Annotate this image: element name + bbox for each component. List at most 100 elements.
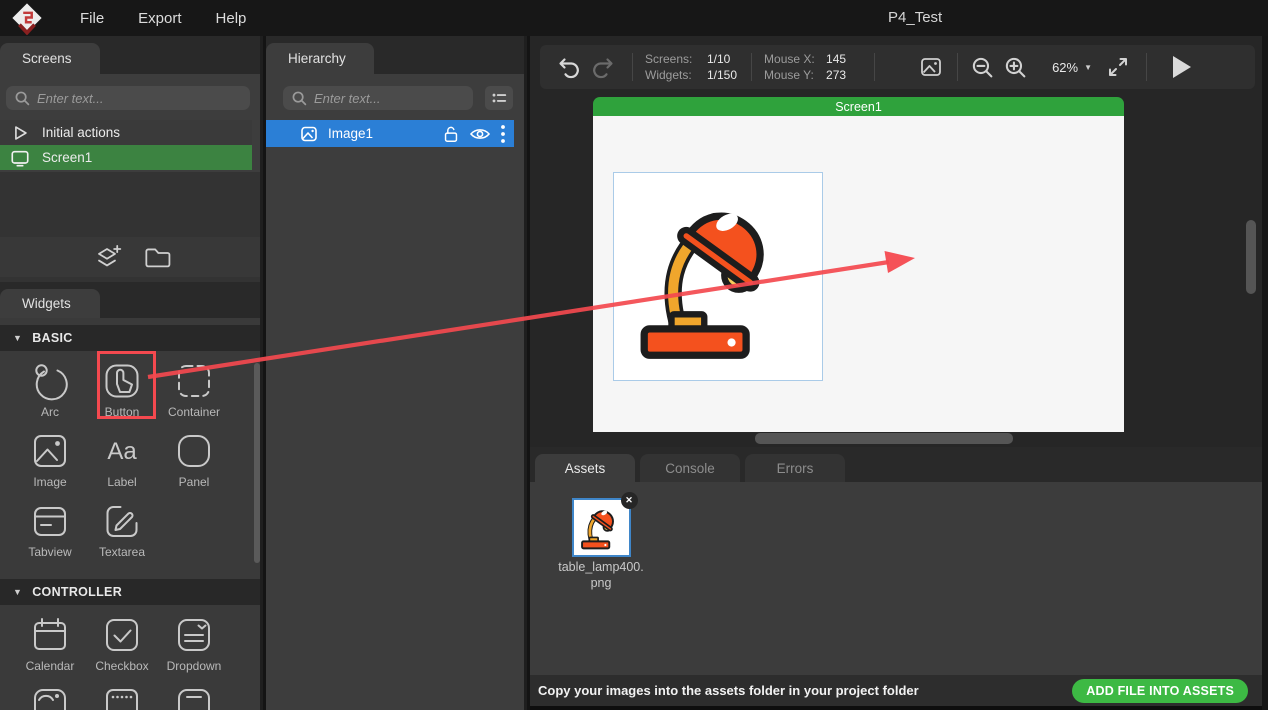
assets-list: ✕ table_lamp400.png bbox=[530, 482, 1262, 675]
checkbox-icon bbox=[100, 613, 144, 657]
basic-widgets-grid: Arc Button Container bbox=[14, 359, 240, 559]
hierarchy-tabstrip: Hierarchy bbox=[266, 36, 524, 74]
widget-label: Label bbox=[107, 475, 136, 489]
widget-label: Checkbox bbox=[95, 659, 148, 673]
widget-label: Panel bbox=[179, 475, 210, 489]
widget-image[interactable]: Image bbox=[28, 429, 72, 489]
screens-list: Initial actions Screen1 bbox=[0, 74, 263, 172]
eye-icon[interactable] bbox=[469, 126, 491, 142]
editor-area: Screens:1/10 Widgets:1/150 Mouse X:145 M… bbox=[530, 36, 1262, 710]
zoom-in-button[interactable] bbox=[1003, 55, 1028, 80]
add-screen-icon[interactable] bbox=[91, 241, 123, 273]
asset-item[interactable]: ✕ table_lamp400.png bbox=[558, 498, 644, 591]
widget-calendar[interactable]: Calendar bbox=[26, 613, 75, 673]
widget-tabview[interactable]: Tabview bbox=[28, 499, 72, 559]
app-logo-icon bbox=[10, 1, 44, 35]
asset-thumbnail[interactable]: ✕ bbox=[572, 498, 631, 557]
zoom-out-button[interactable] bbox=[970, 55, 995, 80]
zoom-caret-icon[interactable]: ▼ bbox=[1084, 63, 1092, 72]
widget-partial-3[interactable] bbox=[172, 683, 216, 710]
tab-hierarchy[interactable]: Hierarchy bbox=[266, 43, 374, 74]
tab-errors[interactable]: Errors bbox=[745, 454, 845, 482]
mouse-x-label: Mouse X: bbox=[764, 52, 826, 66]
toggle-background-image-button[interactable] bbox=[919, 55, 943, 79]
menu-help[interactable]: Help bbox=[216, 10, 247, 27]
widget-container[interactable]: Container bbox=[168, 359, 220, 419]
add-file-into-assets-button[interactable]: ADD FILE INTO ASSETS bbox=[1072, 679, 1248, 703]
tab-console[interactable]: Console bbox=[640, 454, 740, 482]
tab-widgets[interactable]: Widgets bbox=[0, 289, 100, 318]
window-edge bbox=[1262, 36, 1268, 710]
widget-label: Button bbox=[105, 405, 140, 419]
toolbar-separator bbox=[1146, 53, 1147, 81]
widget-panel[interactable]: Panel bbox=[172, 429, 216, 489]
widget-label: Image bbox=[33, 475, 66, 489]
asset-filename: table_lamp400.png bbox=[558, 560, 644, 591]
tab-screens[interactable]: Screens bbox=[0, 43, 100, 74]
widget-arc[interactable]: Arc bbox=[28, 359, 72, 419]
zoom-level-value[interactable]: 62% bbox=[1052, 60, 1078, 75]
screens-search-input[interactable] bbox=[37, 91, 250, 106]
widget-section-label: CONTROLLER bbox=[32, 585, 122, 599]
canvas-vertical-scrollbar[interactable] bbox=[1246, 220, 1256, 294]
widget-partial-2[interactable] bbox=[100, 683, 144, 710]
kebab-menu-icon[interactable] bbox=[500, 124, 506, 144]
screens-tabstrip: Screens bbox=[0, 36, 260, 74]
arc-icon bbox=[28, 359, 72, 403]
screens-count-value: 1/10 bbox=[707, 52, 730, 66]
widget-label: Textarea bbox=[99, 545, 145, 559]
image-icon bbox=[300, 125, 318, 143]
monitor-icon bbox=[10, 148, 30, 168]
screens-item-screen1[interactable]: Screen1 bbox=[0, 145, 252, 170]
keyboard-icon bbox=[100, 683, 144, 710]
play-button[interactable] bbox=[1171, 54, 1193, 80]
widget-checkbox[interactable]: Checkbox bbox=[95, 613, 148, 673]
image1-widget-selected[interactable] bbox=[613, 172, 823, 381]
widget-partial-1[interactable] bbox=[28, 683, 72, 710]
hierarchy-panel: Hierarchy Image1 bbox=[266, 36, 527, 710]
widgets-tabstrip: Widgets bbox=[0, 282, 260, 318]
unlock-icon[interactable] bbox=[441, 124, 461, 144]
screen-header[interactable]: Screen1 bbox=[593, 97, 1124, 116]
screens-item-label: Screen1 bbox=[42, 150, 92, 165]
hierarchy-list-options-button[interactable] bbox=[485, 86, 513, 110]
canvas-workspace: Screens:1/10 Widgets:1/150 Mouse X:145 M… bbox=[530, 36, 1262, 447]
hierarchy-search-input[interactable] bbox=[314, 91, 473, 106]
undo-button[interactable] bbox=[556, 54, 582, 80]
mouse-y-value: 273 bbox=[826, 68, 846, 82]
widget-button[interactable]: Button bbox=[100, 359, 144, 419]
menu-file[interactable]: File bbox=[80, 10, 104, 27]
menu-export[interactable]: Export bbox=[138, 10, 181, 27]
remove-asset-button[interactable]: ✕ bbox=[621, 492, 638, 509]
screens-search bbox=[6, 86, 250, 110]
widget-dropdown[interactable]: Dropdown bbox=[167, 613, 222, 673]
project-title: P4_Test bbox=[888, 9, 942, 26]
widgets-scrollbar[interactable] bbox=[254, 363, 260, 563]
screens-item-initial-actions[interactable]: Initial actions bbox=[0, 120, 252, 145]
assets-footer: Copy your images into the assets folder … bbox=[530, 675, 1262, 706]
app-window: File Export Help P4_Test Screens Initial bbox=[0, 0, 1268, 710]
canvas-horizontal-scrollbar[interactable] bbox=[755, 433, 1013, 444]
widget-section-basic[interactable]: ▼ BASIC bbox=[0, 325, 263, 351]
hierarchy-search bbox=[283, 86, 473, 110]
tab-assets[interactable]: Assets bbox=[535, 454, 635, 482]
widget-textarea[interactable]: Textarea bbox=[99, 499, 145, 559]
redo-button[interactable] bbox=[590, 54, 616, 80]
menu-list: File Export Help bbox=[80, 10, 246, 27]
widget-section-controller[interactable]: ▼ CONTROLLER bbox=[0, 579, 263, 605]
toolbar-separator bbox=[751, 53, 752, 81]
table-lamp-thumbnail-image bbox=[577, 502, 626, 553]
table-lamp-image bbox=[626, 179, 808, 375]
collapse-arrow-icon: ▼ bbox=[13, 333, 22, 343]
menubar: File Export Help P4_Test bbox=[0, 0, 1268, 36]
widget-label-widget[interactable]: Aa Label bbox=[100, 429, 144, 489]
widget-label: Container bbox=[168, 405, 220, 419]
search-icon bbox=[292, 91, 307, 106]
fit-zoom-button[interactable] bbox=[1106, 55, 1130, 79]
screens-item-label: Initial actions bbox=[42, 125, 120, 140]
hierarchy-item-image1[interactable]: Image1 bbox=[266, 120, 514, 147]
toolbar-separator bbox=[874, 53, 875, 81]
mouse-x-value: 145 bbox=[826, 52, 846, 66]
folder-icon[interactable] bbox=[141, 241, 173, 273]
toolbar-separator bbox=[957, 53, 958, 81]
